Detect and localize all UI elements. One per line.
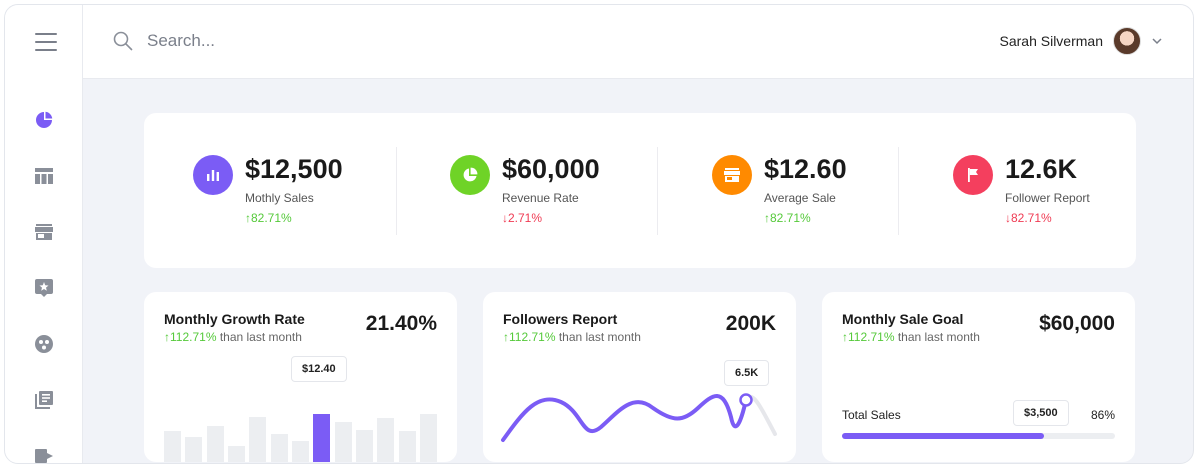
app-frame: Sarah Silverman $12,500 Mothly Sales ↑82…	[4, 4, 1194, 464]
monthly-growth-card: Monthly Growth Rate ↑112.71% than last m…	[144, 292, 457, 462]
progress-track	[842, 433, 1115, 439]
chart-bar[interactable]	[334, 421, 352, 462]
stat-change: ↓2.71%	[502, 211, 543, 225]
card-title: Monthly Sale Goal	[842, 311, 964, 327]
search-input[interactable]	[147, 31, 447, 51]
chart-bar[interactable]	[313, 414, 331, 462]
top-bar: Sarah Silverman	[83, 5, 1193, 79]
stat-label: Average Sale	[764, 191, 836, 205]
chevron-down-icon[interactable]	[1151, 37, 1163, 45]
progress-tooltip: $3,500	[1013, 400, 1069, 426]
user-name: Sarah Silverman	[999, 33, 1104, 49]
chart-bar[interactable]	[420, 414, 437, 462]
card-value: $60,000	[1039, 312, 1115, 335]
card-value: 21.40%	[365, 312, 437, 335]
chart-bar[interactable]	[164, 431, 181, 462]
chart-bar[interactable]	[270, 434, 288, 462]
table-icon[interactable]	[33, 165, 55, 187]
card-subtitle: ↑112.71% than last month	[842, 330, 980, 344]
star-message-icon[interactable]	[33, 277, 55, 299]
progress-fill	[842, 433, 1045, 439]
stat-label: Mothly Sales	[245, 191, 314, 205]
growth-bar-chart	[164, 402, 437, 462]
followers-report-card: Followers Report ↑112.71% than last mont…	[483, 292, 796, 462]
export-icon[interactable]	[33, 445, 55, 463]
stat-change: ↓82.71%	[1005, 211, 1052, 225]
dots-circle-icon[interactable]	[33, 333, 55, 355]
stat-average-sale: $12.60 Average Sale ↑82.71%	[712, 153, 847, 225]
search-bar	[113, 31, 447, 51]
stats-summary-card: $12,500 Mothly Sales ↑82.71% $60,000 Rev…	[144, 113, 1136, 268]
stat-monthly-sales: $12,500 Mothly Sales ↑82.71%	[193, 153, 343, 225]
card-subtitle: ↑112.71% than last month	[503, 330, 641, 344]
sidebar	[5, 5, 83, 463]
stat-value: $12,500	[245, 154, 343, 184]
stat-value: $12.60	[764, 154, 847, 184]
user-menu[interactable]: Sarah Silverman	[1000, 27, 1164, 55]
chart-bar[interactable]	[185, 436, 203, 462]
card-value: 200K	[725, 312, 776, 335]
stat-value: $60,000	[502, 154, 600, 184]
chart-tooltip: $12.40	[291, 356, 347, 382]
progress-percent: 86%	[1090, 408, 1115, 422]
stat-revenue-rate: $60,000 Revenue Rate ↓2.71%	[450, 153, 600, 225]
card-title: Followers Report	[503, 311, 618, 327]
search-icon	[113, 31, 133, 51]
chart-bar[interactable]	[356, 429, 373, 462]
avatar[interactable]	[1113, 27, 1141, 55]
flag-icon	[953, 155, 993, 195]
menu-icon[interactable]	[35, 33, 57, 51]
library-icon[interactable]	[33, 389, 55, 411]
card-subtitle: ↑112.71% than last month	[164, 330, 302, 344]
stat-change: ↑82.71%	[245, 211, 292, 225]
sale-goal-card: Monthly Sale Goal ↑112.71% than last mon…	[822, 292, 1135, 462]
divider	[898, 147, 899, 235]
chart-bar[interactable]	[228, 446, 245, 462]
stat-follower-report: 12.6K Follower Report ↓82.71%	[953, 153, 1090, 225]
chart-point	[739, 393, 753, 407]
chart-bar[interactable]	[249, 417, 267, 462]
followers-line-chart	[501, 393, 777, 442]
chart-bar[interactable]	[206, 425, 224, 462]
stat-change: ↑82.71%	[764, 211, 811, 225]
divider	[396, 147, 397, 235]
total-sales-label: Total Sales	[842, 408, 901, 422]
card-title: Monthly Growth Rate	[164, 311, 305, 327]
pie-chart-icon[interactable]	[33, 109, 55, 131]
chart-bar[interactable]	[292, 440, 309, 462]
sidebar-nav	[5, 109, 83, 463]
stat-label: Follower Report	[1005, 191, 1090, 205]
pie-chart-icon	[450, 155, 490, 195]
chart-bar[interactable]	[398, 431, 416, 462]
trend-line	[501, 394, 748, 442]
stat-label: Revenue Rate	[502, 191, 579, 205]
stat-value: 12.6K	[1005, 154, 1078, 184]
divider	[657, 147, 658, 235]
store-icon[interactable]	[33, 221, 55, 243]
bar-chart-icon	[193, 155, 233, 195]
chart-bar[interactable]	[377, 418, 395, 462]
store-icon	[712, 155, 752, 195]
